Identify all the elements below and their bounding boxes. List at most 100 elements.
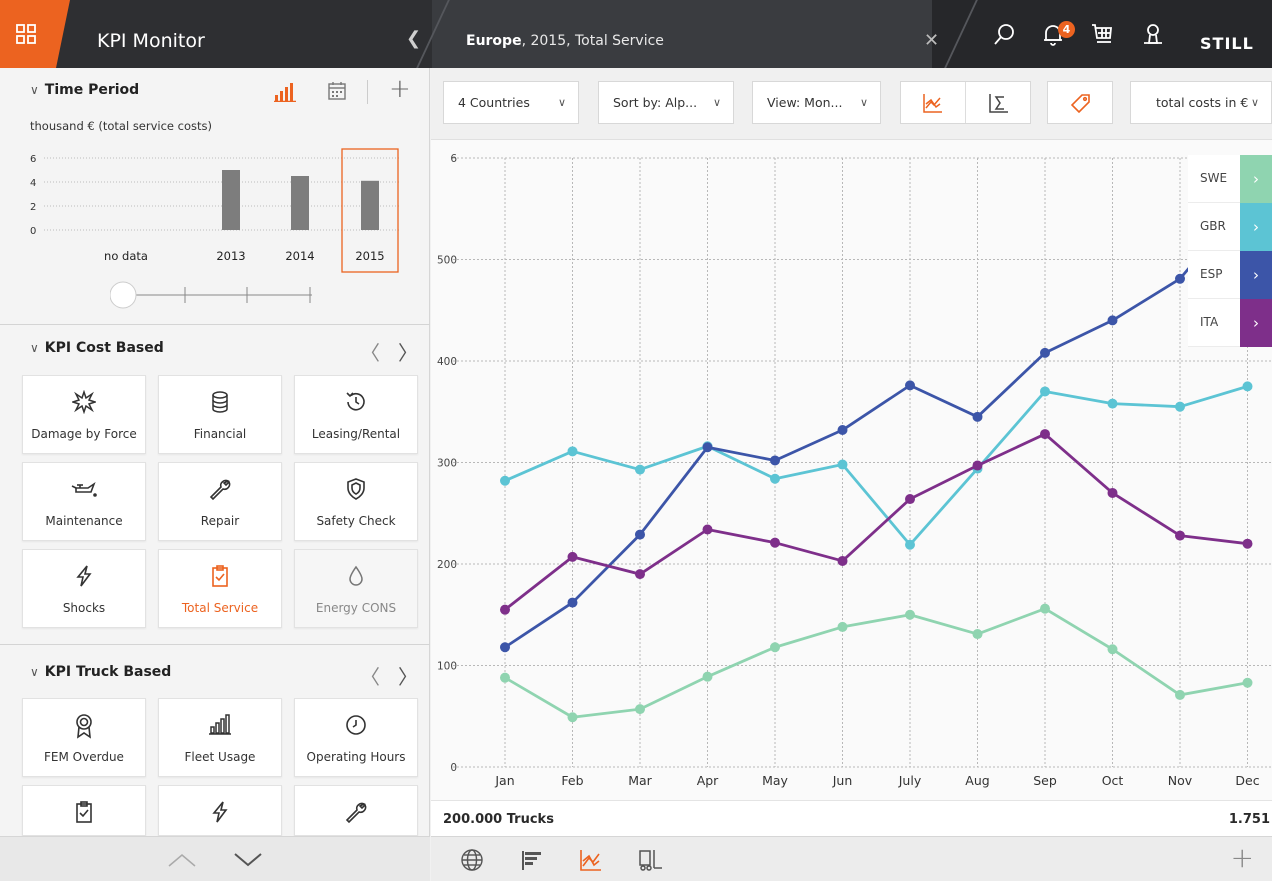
horizontal-bars-icon[interactable] — [520, 848, 544, 872]
time-period-header[interactable]: ∨ Time Period — [30, 82, 139, 98]
data-point-ita — [972, 460, 983, 471]
tile-label: Fleet Usage — [184, 750, 256, 764]
data-point-ita — [702, 524, 713, 535]
chevron-down-icon[interactable] — [233, 852, 263, 868]
legend-item-gbr[interactable]: GBR › — [1188, 203, 1272, 251]
y-tick-label: 6 — [450, 153, 457, 165]
chevron-right-icon: › — [1240, 251, 1272, 299]
tile-energy-cons[interactable]: Energy CONS — [294, 549, 418, 628]
data-point-swe — [567, 712, 578, 723]
main-area: 4 Countries ∨ Sort by: Alp... ∨ View: Mon.… — [431, 68, 1272, 881]
legend-item-ita[interactable]: ITA › — [1188, 299, 1272, 347]
data-point-gbr — [905, 539, 915, 550]
metric-dropdown[interactable]: total costs in € ∨ — [1130, 81, 1272, 124]
y-tick-label: 0 — [30, 226, 36, 237]
kpi-truck-next-button[interactable]: 〉 — [398, 661, 418, 690]
x-tick-label: Oct — [1102, 773, 1124, 788]
data-point-swe — [1107, 644, 1118, 655]
cart-icon[interactable] — [1090, 22, 1114, 46]
tile-total-service[interactable]: Total Service — [158, 549, 282, 628]
kpi-cost-prev-button[interactable]: 〈 — [360, 337, 380, 366]
tile-more[interactable] — [294, 785, 418, 836]
top-bar: KPI Monitor ❮ Europe, 2015, Total Servic… — [0, 0, 1272, 68]
kpi-cost-header[interactable]: ∨ KPI Cost Based — [30, 340, 164, 356]
chevron-up-icon[interactable] — [167, 852, 197, 868]
clear-filter-button[interactable]: ✕ — [924, 30, 939, 51]
y-tick-label: 4 — [30, 178, 36, 189]
data-point-ita — [1040, 429, 1050, 440]
legend-label: ESP — [1200, 267, 1223, 281]
bar-chart-icon[interactable] — [274, 82, 296, 102]
kpi-cost-next-button[interactable]: 〉 — [398, 337, 418, 366]
tile-more[interactable] — [158, 785, 282, 836]
x-tick-label: Apr — [697, 773, 719, 788]
tile-damage-by-force[interactable]: Damage by Force — [22, 375, 146, 454]
data-point-swe — [770, 642, 780, 653]
countries-dropdown[interactable]: 4 Countries ∨ — [443, 81, 579, 124]
chevron-right-icon: › — [1240, 203, 1272, 251]
tile-fleet-usage[interactable]: Fleet Usage — [158, 698, 282, 777]
tile-maintenance[interactable]: Maintenance — [22, 462, 146, 541]
x-tick-label: Jan — [494, 773, 514, 788]
data-point-esp — [1040, 347, 1050, 358]
kpi-truck-header[interactable]: ∨ KPI Truck Based — [30, 664, 171, 680]
add-button[interactable]: + — [389, 74, 411, 104]
line-chart-mode-button[interactable] — [901, 82, 966, 123]
line-chart-icon[interactable] — [579, 848, 603, 872]
view-dropdown[interactable]: View: Mon... ∨ — [752, 81, 881, 124]
data-point-swe — [1040, 603, 1050, 614]
summary-bar: 200.000 Trucks 1.751 — [431, 800, 1272, 836]
data-point-ita — [567, 551, 578, 562]
x-tick-label: Feb — [561, 773, 583, 788]
x-tick-label: Jun — [832, 773, 853, 788]
tile-label: FEM Overdue — [44, 750, 124, 764]
line-chart-icon — [923, 94, 942, 113]
x-tick-label: Mar — [628, 773, 652, 788]
kpi-truck-prev-button[interactable]: 〈 — [360, 661, 380, 690]
data-point-esp — [770, 455, 780, 466]
data-point-esp — [905, 380, 915, 391]
chevron-down-icon: ∨ — [859, 96, 868, 109]
year-slider[interactable] — [110, 279, 320, 311]
clock-icon — [346, 715, 366, 735]
tile-operating-hours[interactable]: Operating Hours — [294, 698, 418, 777]
sort-dropdown[interactable]: Sort by: Alp... ∨ — [598, 81, 734, 124]
sum-icon — [989, 94, 1008, 113]
collapse-panel-button[interactable]: ❮ — [406, 28, 421, 49]
tile-more[interactable] — [22, 785, 146, 836]
breadcrumb-rest: , 2015, Total Service — [521, 33, 664, 49]
clipboard-check-icon — [212, 565, 228, 587]
globe-icon[interactable] — [460, 848, 484, 872]
series-line-gbr — [504, 385, 1248, 547]
tag-icon — [1071, 94, 1090, 113]
data-point-ita — [1175, 530, 1185, 541]
calendar-icon[interactable] — [327, 81, 347, 101]
y-tick-label: 6 — [30, 154, 36, 165]
forklift-icon[interactable] — [637, 848, 663, 872]
tile-label: Operating Hours — [306, 750, 406, 764]
sum-mode-button[interactable] — [967, 82, 1031, 123]
add-view-button[interactable]: + — [1231, 841, 1254, 874]
wrench-icon — [209, 479, 231, 501]
wrench-icon — [345, 802, 367, 824]
tile-leasing-rental[interactable]: Leasing/Rental — [294, 375, 418, 454]
data-point-swe — [905, 609, 915, 620]
legend-item-swe[interactable]: SWE › — [1188, 155, 1272, 203]
slider-thumb[interactable] — [110, 281, 137, 309]
y-tick-label: 400 — [437, 356, 457, 368]
tile-repair[interactable]: Repair — [158, 462, 282, 541]
kpi-truck-title: KPI Truck Based — [44, 664, 172, 680]
tag-button[interactable] — [1047, 81, 1113, 124]
breadcrumb: Europe, 2015, Total Service — [466, 33, 664, 49]
tile-shocks[interactable]: Shocks — [22, 549, 146, 628]
x-tick-label: no data — [104, 249, 148, 263]
sort-value: Sort by: Alp... — [613, 95, 698, 110]
legend-item-esp[interactable]: ESP › — [1188, 251, 1272, 299]
tile-fem-overdue[interactable]: FEM Overdue — [22, 698, 146, 777]
total-value: 1.751 — [1228, 812, 1270, 827]
tile-safety-check[interactable]: Safety Check — [294, 462, 418, 541]
search-icon[interactable] — [993, 22, 1017, 46]
data-point-ita — [500, 604, 510, 615]
tile-financial[interactable]: Financial — [158, 375, 282, 454]
user-icon[interactable] — [1141, 22, 1165, 46]
